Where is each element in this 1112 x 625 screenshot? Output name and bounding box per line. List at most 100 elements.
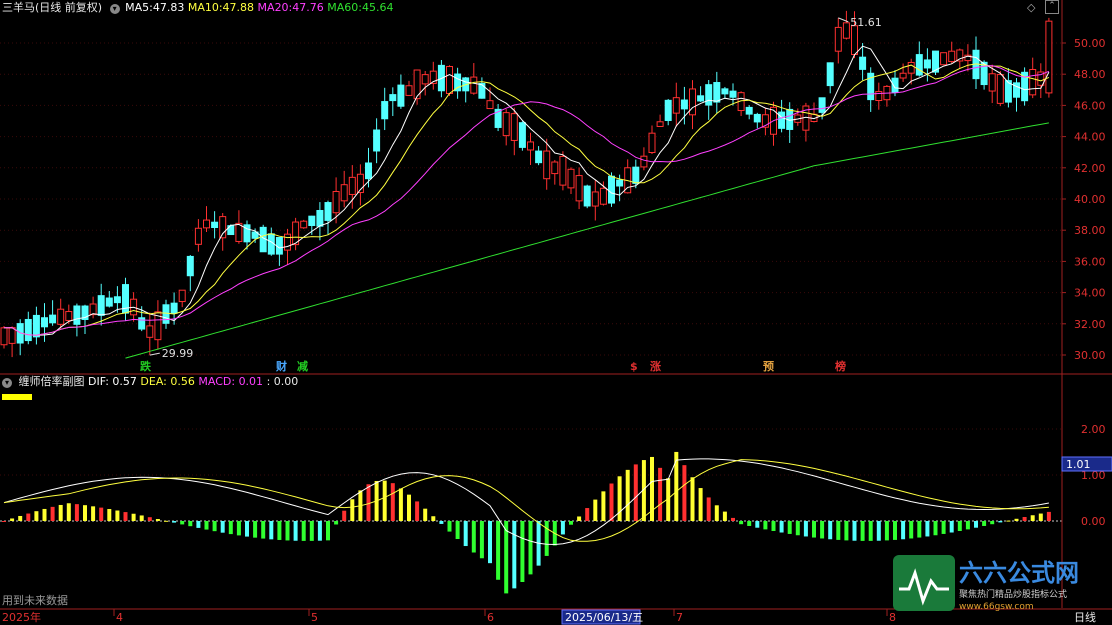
indicator-name[interactable]: 缠师倍率副图 <box>19 375 85 388</box>
macd-bar <box>884 521 889 541</box>
macd-bar <box>147 517 152 521</box>
candle-body <box>616 179 624 187</box>
stock-name[interactable]: 三羊马(日线 前复权) <box>2 1 102 14</box>
macd-bar <box>301 521 306 541</box>
candle-body <box>397 84 405 107</box>
sub-collapse-icon[interactable]: ▾ <box>2 378 12 388</box>
candle-body <box>162 304 170 324</box>
macd-bar <box>560 521 565 535</box>
candle-body <box>713 82 721 103</box>
macd-bar <box>1014 518 1019 521</box>
macd-bar <box>836 521 841 540</box>
candle-body <box>211 221 219 228</box>
ma5-label: MA5: <box>125 1 153 14</box>
macd-bar <box>415 501 420 521</box>
price-tick-label: 44.00 <box>1074 131 1106 144</box>
event-marker: 预 <box>763 359 774 373</box>
macd-label: MACD: <box>198 375 236 388</box>
macd-bar <box>74 504 79 521</box>
candle-body <box>49 314 57 324</box>
macd-bar <box>228 521 233 535</box>
macd-bar <box>155 519 160 521</box>
sub-header: ▾ 缠师倍率副图 DIF: 0.57 DEA: 0.56 MACD: 0.01 … <box>2 375 298 389</box>
macd-bar <box>893 521 897 540</box>
macd-bar <box>350 499 355 521</box>
macd-bar <box>925 521 930 537</box>
dea-line <box>3 459 1049 542</box>
macd-bar <box>569 521 573 525</box>
candle-body <box>89 303 97 316</box>
candle-body <box>599 187 607 205</box>
candle-body <box>65 311 73 321</box>
macd-bar <box>658 467 663 521</box>
candle-body <box>178 289 186 303</box>
macd-bar <box>609 483 614 521</box>
candle-body <box>332 191 340 214</box>
candle-body <box>308 215 316 227</box>
macd-bar <box>188 521 193 527</box>
candle-body <box>567 168 575 189</box>
macd-bar <box>593 499 598 521</box>
price-tick-label: 40.00 <box>1074 193 1106 206</box>
macd-bar <box>698 488 703 521</box>
event-marker: $ <box>630 360 638 373</box>
macd-bar <box>528 521 533 575</box>
month-label: 7 <box>676 611 683 624</box>
macd-bar <box>706 497 711 521</box>
candle-body <box>583 185 591 207</box>
candle-body <box>373 129 381 152</box>
candle-body <box>389 94 397 102</box>
candle-body <box>996 74 1004 104</box>
macd-bar <box>471 521 476 553</box>
event-marker: 财 <box>275 359 287 373</box>
candle-body <box>721 88 729 95</box>
macd-bar <box>585 508 590 521</box>
macd-bar <box>91 506 96 521</box>
macd-bar <box>787 521 792 534</box>
macd-bar <box>820 521 825 539</box>
macd-bar <box>488 521 492 564</box>
expand-icon[interactable]: ⌃ <box>1045 0 1059 14</box>
collapse-icon[interactable]: ▾ <box>109 4 120 14</box>
candle-body <box>753 113 761 123</box>
macd-value: 0.01 <box>238 375 264 388</box>
candle-body <box>1045 20 1053 94</box>
candle-body <box>907 61 915 74</box>
candle-body <box>535 150 543 164</box>
macd-bar <box>334 521 339 525</box>
price-tick-label: 32.00 <box>1074 318 1106 331</box>
macd-bar <box>795 521 800 536</box>
candle-body <box>899 72 907 79</box>
candle-body <box>486 100 494 110</box>
macd-bar <box>803 521 808 537</box>
ma10-line <box>3 63 1050 336</box>
macd-bar <box>876 521 881 541</box>
candle-body <box>0 327 8 346</box>
candle-body <box>300 220 308 229</box>
macd-bar <box>196 521 201 528</box>
x-year-label: 2025年 <box>2 610 41 624</box>
macd-bar <box>496 521 501 580</box>
candle-body <box>632 166 640 184</box>
low-annotation: 29.99 <box>162 347 194 360</box>
extra-value: : 0.00 <box>266 375 299 388</box>
candle-body <box>923 59 931 69</box>
event-marker: 跌 <box>140 359 152 373</box>
diamond-icon[interactable]: ◇ <box>1027 1 1035 15</box>
macd-bar <box>382 480 387 521</box>
macd-bar <box>812 521 816 538</box>
macd-bar <box>309 521 314 541</box>
macd-bar <box>293 521 298 541</box>
chart-canvas[interactable]: 50.0048.0046.0044.0042.0040.0038.0036.00… <box>0 0 1112 625</box>
candle-body <box>405 85 413 96</box>
candle-body <box>57 308 65 325</box>
candle-body <box>8 327 16 344</box>
macd-bar <box>66 503 71 521</box>
macd-bar <box>285 521 290 541</box>
price-tick-label: 34.00 <box>1074 287 1106 300</box>
macd-bar <box>42 508 47 521</box>
candle-body <box>446 66 453 95</box>
macd-bar <box>18 515 23 521</box>
macd-bar <box>901 521 906 540</box>
candle-body <box>113 296 121 304</box>
